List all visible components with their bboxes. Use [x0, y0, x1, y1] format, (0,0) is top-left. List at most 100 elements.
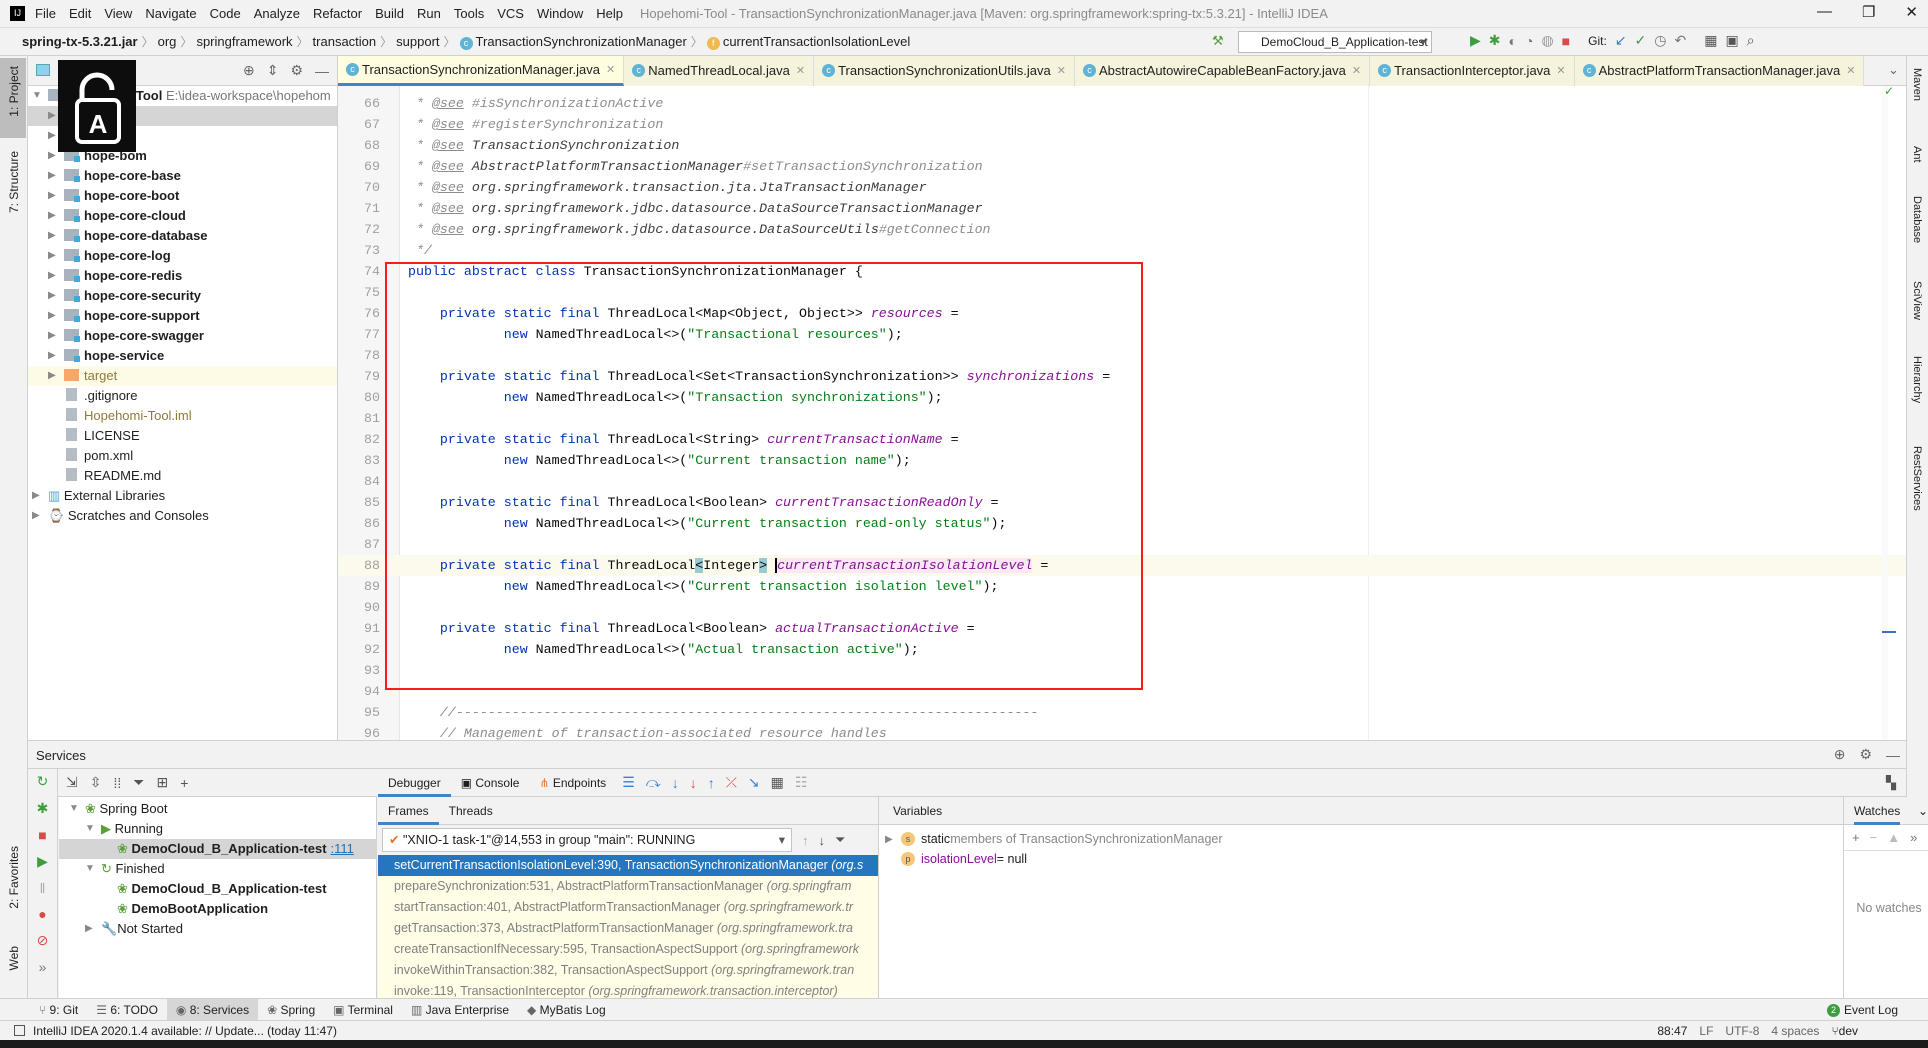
evaluate-expression-icon[interactable]: ▦: [771, 774, 784, 791]
menu-analyze[interactable]: Analyze: [254, 6, 300, 21]
menu-help[interactable]: Help: [596, 6, 623, 21]
collapse-all-icon[interactable]: ⇳: [90, 774, 102, 791]
favorites-tool-button[interactable]: 2: Favorites: [7, 846, 21, 909]
expand-arrow-icon[interactable]: ▶: [48, 346, 56, 366]
expand-arrow-icon[interactable]: ▶: [48, 146, 56, 166]
project-tool-button[interactable]: 1: Project: [7, 66, 21, 117]
variable-row[interactable]: ▶ s static members of TransactionSynchroni…: [879, 829, 1843, 849]
tab-frames[interactable]: Frames: [378, 797, 439, 825]
tree-item[interactable]: Hopehomi-Tool.iml: [28, 406, 337, 426]
previous-frame-icon[interactable]: ↑: [802, 833, 809, 848]
expand-arrow-icon[interactable]: ▶: [48, 366, 56, 386]
coverage-icon[interactable]: ◐: [1509, 33, 1517, 49]
run-configuration-select[interactable]: DemoCloud_B_Application-test ▾: [1238, 31, 1432, 53]
show-execution-point-icon[interactable]: ☰: [622, 774, 635, 791]
step-out-icon[interactable]: ↑: [708, 775, 715, 791]
expand-arrow-icon[interactable]: ▼: [69, 799, 79, 819]
close-tab-icon[interactable]: ✕: [1057, 64, 1066, 77]
tab-console[interactable]: ▣ Console: [451, 769, 530, 797]
expand-arrow-icon[interactable]: ▶: [48, 106, 56, 126]
maven-tool-button[interactable]: Maven: [1911, 68, 1923, 101]
more-icon[interactable]: »: [1910, 830, 1917, 845]
remove-watch-icon[interactable]: −: [1870, 830, 1878, 845]
services-tree-item[interactable]: ❀ DemoCloud_B_Application-test: [59, 879, 377, 899]
scrollbar-marker[interactable]: [1882, 631, 1896, 633]
close-tab-icon[interactable]: ✕: [1556, 64, 1565, 77]
expand-arrow-icon[interactable]: ▶: [885, 834, 901, 845]
filter-icon[interactable]: ⏷: [133, 774, 144, 791]
git-commit-icon[interactable]: ✓: [1635, 32, 1647, 49]
stack-frame[interactable]: createTransactionIfNecessary:595, Transa…: [378, 939, 878, 960]
menu-file[interactable]: File: [35, 6, 56, 21]
sciview-tool-button[interactable]: SciView: [1911, 281, 1923, 320]
tool-tab-terminal[interactable]: ▣ Terminal: [324, 999, 402, 1021]
tree-item[interactable]: ▶ hope-service: [28, 346, 337, 366]
tree-item[interactable]: LICENSE: [28, 426, 337, 446]
expand-arrow-icon[interactable]: ▶: [48, 246, 56, 266]
file-encoding[interactable]: UTF-8: [1725, 1024, 1759, 1038]
git-branch[interactable]: ⑂dev: [1831, 1024, 1858, 1038]
breadcrumb-item[interactable]: spring-tx-5.3.21.jar: [18, 34, 142, 49]
breadcrumb-item[interactable]: transaction: [309, 34, 381, 49]
run-icon[interactable]: ▶: [1470, 32, 1481, 49]
close-button[interactable]: ✕: [1905, 3, 1918, 21]
project-structure-icon[interactable]: ▦: [1704, 32, 1717, 49]
drop-frame-icon[interactable]: ⤫: [726, 774, 737, 791]
tool-tab-mybatis-log[interactable]: ◆ MyBatis Log: [518, 999, 615, 1021]
expand-arrow-icon[interactable]: ▶: [32, 506, 40, 526]
variable-row[interactable]: p isolationLevel = null: [879, 849, 1843, 869]
services-tree-item[interactable]: ▶ 🔧Not Started: [59, 919, 377, 939]
caret-position[interactable]: 88:47: [1657, 1024, 1687, 1038]
ant-tool-button[interactable]: Ant: [1911, 146, 1923, 163]
status-message[interactable]: IntelliJ IDEA 2020.1.4 available: // Upd…: [33, 1024, 337, 1038]
tab-namedthreadlocal[interactable]: c NamedThreadLocal.java ✕: [624, 55, 815, 86]
breadcrumb-item[interactable]: f currentTransactionIsolationLevel: [703, 34, 914, 50]
breadcrumb-item[interactable]: c TransactionSynchronizationManager: [456, 34, 691, 50]
tree-item[interactable]: .gitignore: [28, 386, 337, 406]
tab-transactionsynchronizationutils[interactable]: c TransactionSynchronizationUtils.java ✕: [814, 55, 1075, 86]
close-tab-icon[interactable]: ✕: [796, 64, 805, 77]
close-tab-icon[interactable]: ✕: [1846, 64, 1855, 77]
search-icon[interactable]: ⌕: [1747, 32, 1755, 49]
database-tool-button[interactable]: Database: [1911, 196, 1923, 243]
menu-build[interactable]: Build: [375, 6, 404, 21]
tree-item[interactable]: README.md: [28, 466, 337, 486]
debug-port-link[interactable]: :111: [331, 841, 354, 856]
stack-frame[interactable]: invokeWithinTransaction:382, Transaction…: [378, 960, 878, 981]
indent-setting[interactable]: 4 spaces: [1771, 1024, 1819, 1038]
expand-arrow-icon[interactable]: ▼: [32, 86, 42, 106]
tool-tab-git[interactable]: ⑂ 9: Git: [30, 999, 87, 1021]
tree-item[interactable]: ▶ hope-core-swagger: [28, 326, 337, 346]
menu-run[interactable]: Run: [417, 6, 441, 21]
expand-arrow-icon[interactable]: ▶: [48, 226, 56, 246]
stack-frame[interactable]: getTransaction:373, AbstractPlatformTran…: [378, 918, 878, 939]
expand-arrow-icon[interactable]: ▶: [48, 206, 56, 226]
tree-item[interactable]: ▶ hope-core-redis: [28, 266, 337, 286]
tab-transactionsynchronizationmanager[interactable]: c TransactionSynchronizationManager.java ✕: [338, 55, 625, 86]
build-hammer-icon[interactable]: ⚒: [1212, 33, 1224, 49]
expand-arrow-icon[interactable]: ▶: [48, 286, 56, 306]
breadcrumb-item[interactable]: springframework: [192, 34, 296, 49]
layout-settings-icon[interactable]: ▚: [1886, 775, 1896, 791]
git-history-icon[interactable]: ◷: [1654, 32, 1666, 49]
services-tree-item[interactable]: ▼ ❀ Spring Boot: [59, 799, 377, 819]
expand-arrow-icon[interactable]: ▶: [48, 306, 56, 326]
services-tree-item[interactable]: ▼ ▶ Running: [59, 819, 377, 839]
tab-threads[interactable]: Threads: [439, 797, 503, 825]
expand-arrow-icon[interactable]: ▶: [48, 266, 56, 286]
tab-abstractplatformtransactionmanager[interactable]: c AbstractPlatformTransactionManager.java…: [1574, 55, 1865, 86]
chevron-down-icon[interactable]: ⌄: [1918, 797, 1928, 825]
stop-icon[interactable]: ■: [1562, 33, 1570, 49]
tab-endpoints[interactable]: ⋔ Endpoints: [529, 769, 616, 797]
step-into-icon[interactable]: ↓: [672, 775, 679, 791]
tree-item[interactable]: ▶ ▥ External Libraries: [28, 486, 337, 506]
new-tab-icon[interactable]: ⊞: [156, 774, 168, 791]
locate-icon[interactable]: ⊕: [243, 62, 255, 79]
resume-icon[interactable]: ▶: [37, 853, 48, 870]
menu-code[interactable]: Code: [210, 6, 241, 21]
tool-tab-todo[interactable]: ☰ 6: TODO: [87, 999, 167, 1021]
pause-icon[interactable]: ‖: [40, 880, 46, 896]
event-log-button[interactable]: 2 Event Log: [1826, 999, 1898, 1021]
debug-icon[interactable]: ✱: [37, 800, 49, 817]
add-service-icon[interactable]: +: [180, 775, 188, 791]
